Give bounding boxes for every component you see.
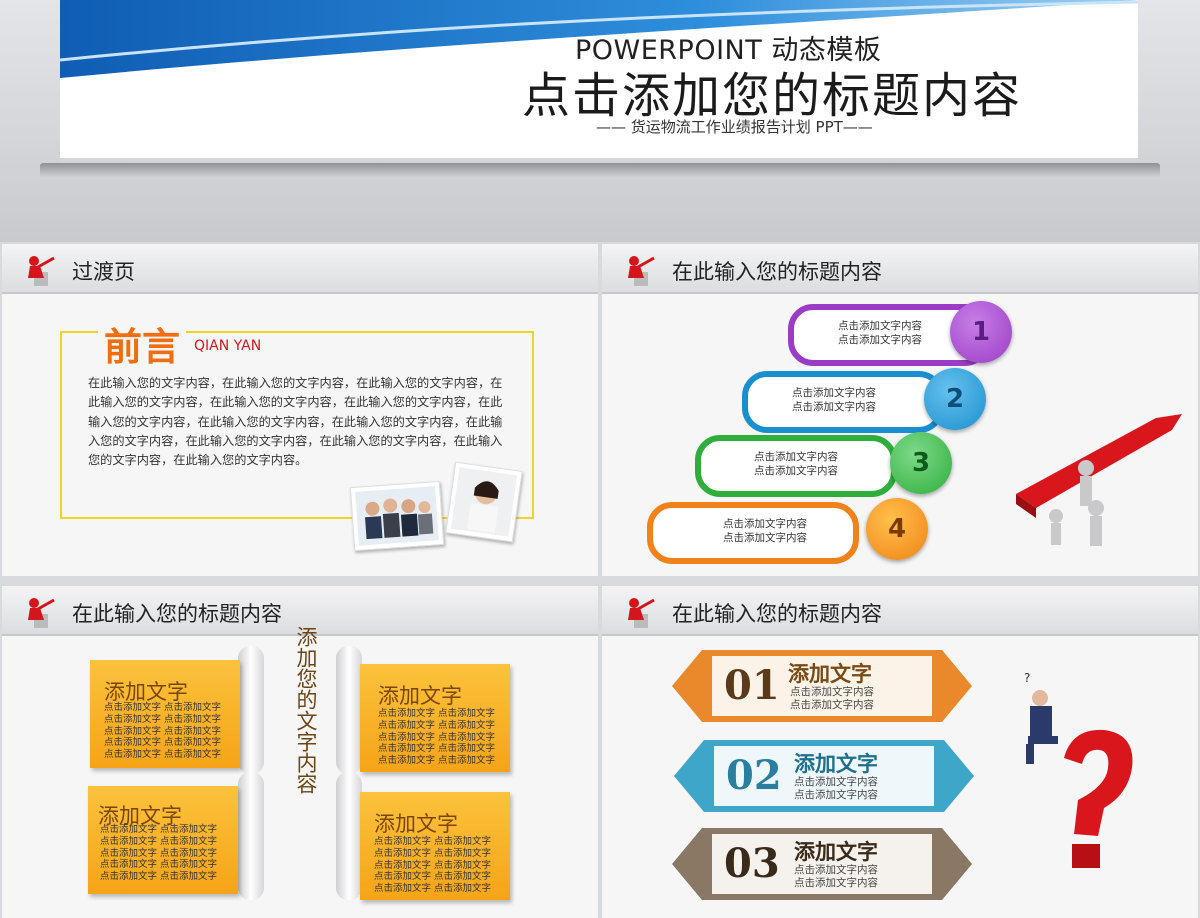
slide-title: 在此输入您的标题内容 [672, 602, 882, 626]
band-lines-1: 点击添加文字内容 点击添加文字内容 [790, 686, 874, 711]
vertical-text: 添加您的文字内容 [294, 626, 318, 794]
band-number-2: 02 [726, 752, 782, 799]
slide-thumbnail-numbered[interactable]: 在此输入您的标题内容 01 添加文字 点击添加文字内容 点击添加文字内容 02 添… [602, 586, 1198, 918]
card-lines: 点击添加文字 点击添加文字 点击添加文字 点击添加文字 点击添加文字 点击添加文字点… [378, 708, 496, 767]
slide-title: 在此输入您的标题内容 [672, 260, 882, 284]
step-text-1: 点击添加文字内容 点击添加文字内容 [838, 320, 922, 346]
step-number-1: 1 [950, 301, 1012, 363]
scroll-roll [238, 772, 264, 900]
band-title-3: 添加文字 [794, 840, 878, 864]
band-title-2: 添加文字 [794, 752, 878, 776]
slide-thumbnail-steps[interactable]: 在此输入您的标题内容 点击添加文字内容 点击添加文字内容 1 点击添加文字内容 点击… [602, 244, 1198, 576]
band-title-1: 添加文字 [788, 662, 872, 686]
scroll-roll [238, 646, 264, 774]
svg-text:?: ? [1024, 671, 1030, 685]
team-photo [349, 480, 445, 552]
call-photo [445, 461, 523, 543]
band-number-3: 03 [724, 840, 780, 887]
preface-heading: 前言 [98, 316, 187, 371]
preface-heading-en: QIAN YAN [194, 338, 262, 354]
band-number-1: 01 [724, 662, 780, 709]
card-title: 添加文字 [378, 684, 462, 708]
band-lines-2: 点击添加文字内容 点击添加文字内容 [794, 776, 878, 801]
card-lines: 点击添加文字 点击添加文字 点击添加文字 点击添加文字 点击添加文字 点击添加文字点… [104, 702, 222, 761]
band-lines-3: 点击添加文字内容 点击添加文字内容 [794, 864, 878, 889]
step-number-4: 4 [866, 498, 928, 560]
card-title: 添加文字 [374, 812, 458, 836]
step-number-2: 2 [924, 368, 986, 430]
step-text-4: 点击添加文字内容 点击添加文字内容 [723, 518, 807, 544]
step-number-3: 3 [890, 432, 952, 494]
step-text-2: 点击添加文字内容 点击添加文字内容 [792, 387, 876, 413]
scroll-roll [336, 772, 362, 900]
red-figure-podium-icon [628, 256, 655, 286]
cover-subtitle: —— 货运物流工作业绩报告计划 PPT—— [596, 118, 873, 136]
red-figure-podium-icon [28, 598, 55, 628]
step-text-3: 点击添加文字内容 点击添加文字内容 [754, 451, 838, 477]
cover-shadow-bar [40, 163, 1160, 177]
red-figure-podium-icon [28, 256, 55, 286]
slide-thumbnail-scrolls[interactable]: 在此输入您的标题内容 添加您的文字内容 添加文字 点击添加文字 点击添加文字 点击… [2, 586, 598, 918]
question-mark-figure-graphic: ? [1024, 671, 1133, 868]
slide-thumbnail-preface[interactable]: 过渡页 前言 QIAN YAN 在此输入您的文字内容，在此输入您的文字内容，在此… [2, 244, 598, 576]
red-arrow-figures-graphic [1016, 414, 1182, 546]
cover-slide[interactable]: POWERPOINT 动态模板 点击添加您的标题内容 —— 货运物流工作业绩报告… [0, 0, 1200, 242]
red-figure-podium-icon [628, 598, 655, 628]
preface-body: 在此输入您的文字内容，在此输入您的文字内容，在此输入您的文字内容，在此输入您的文… [88, 376, 503, 468]
slide-title: 在此输入您的标题内容 [72, 602, 282, 626]
slide-title: 过渡页 [72, 260, 135, 284]
scroll-roll [336, 646, 362, 774]
card-lines: 点击添加文字 点击添加文字 点击添加文字 点击添加文字 点击添加文字 点击添加文字点… [374, 836, 492, 895]
card-lines: 点击添加文字 点击添加文字 点击添加文字 点击添加文字 点击添加文字 点击添加文字点… [100, 824, 218, 883]
